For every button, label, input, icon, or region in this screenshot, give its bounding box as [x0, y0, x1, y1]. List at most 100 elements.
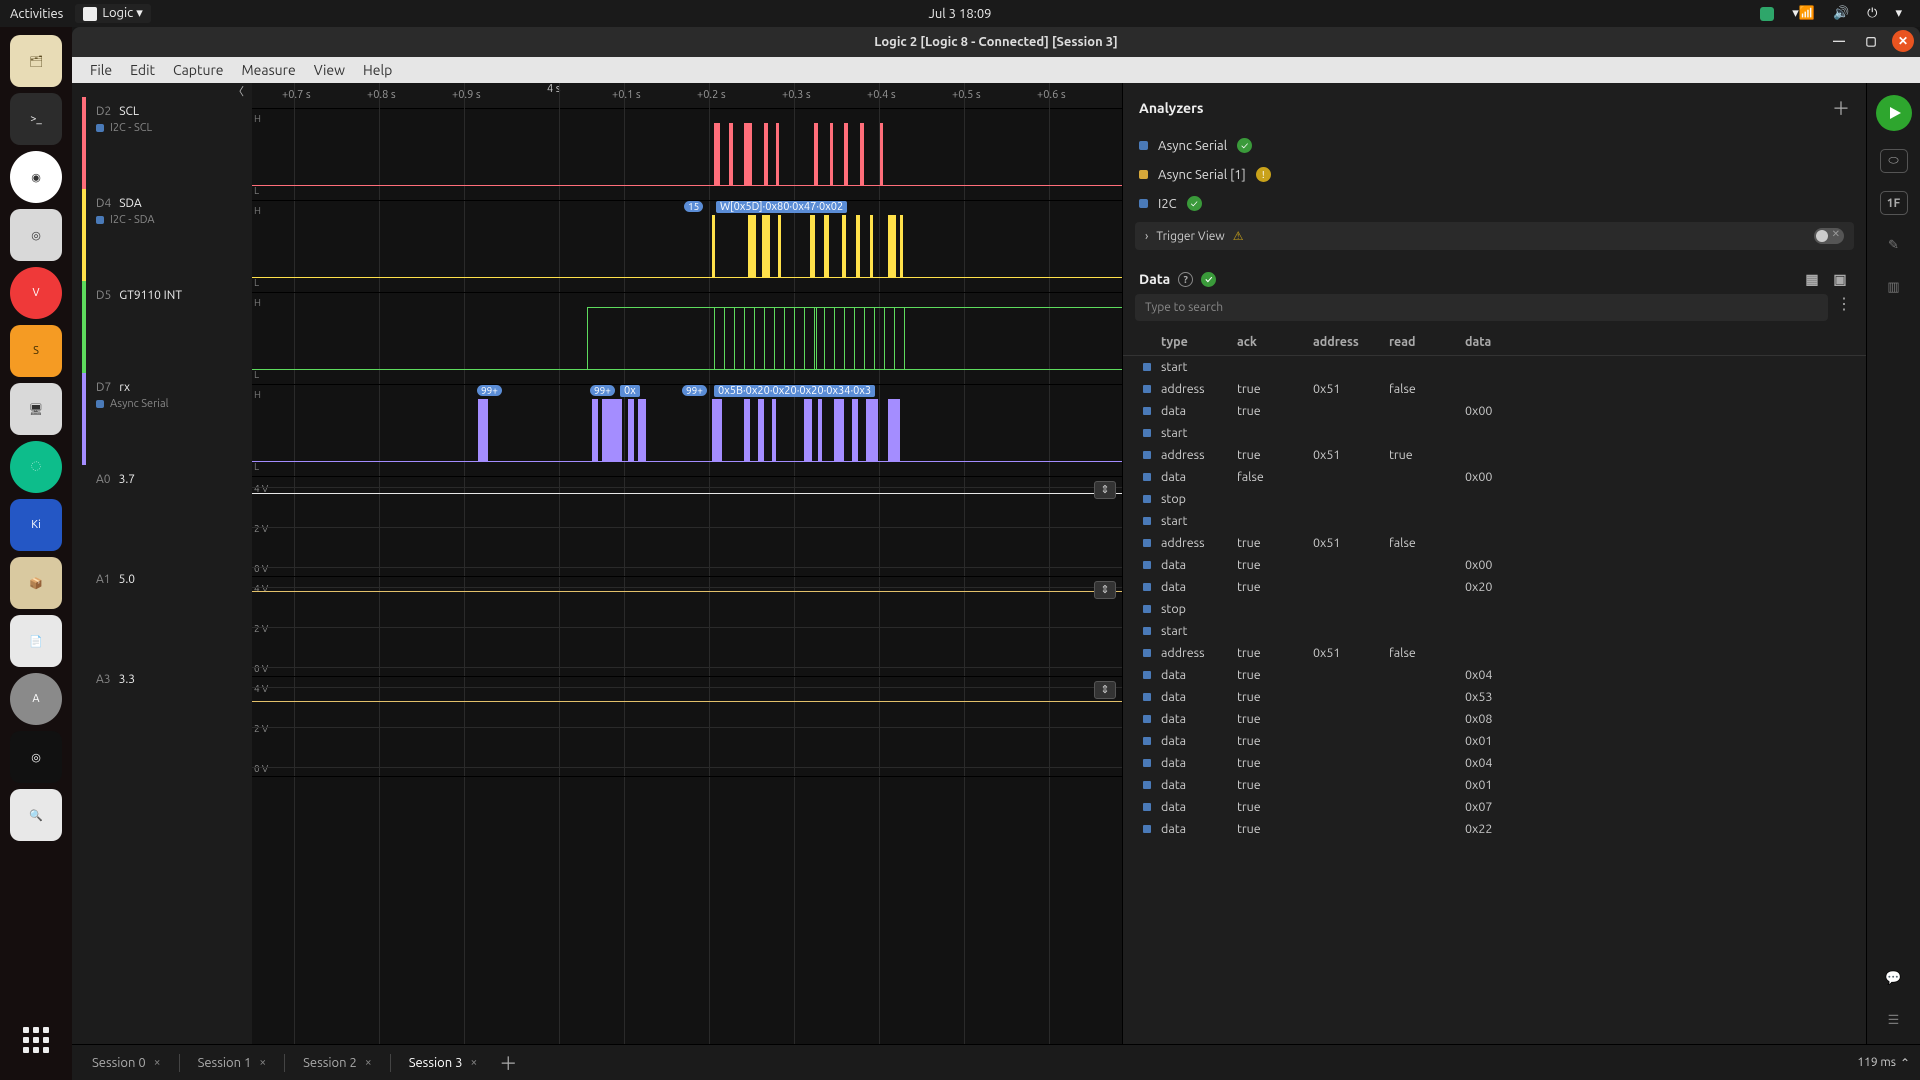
dock-app-chrome[interactable]: ◉	[10, 151, 62, 203]
window-minimize-button[interactable]: —	[1828, 30, 1850, 52]
data-row[interactable]: datatrue0x22	[1123, 818, 1866, 840]
add-session-button[interactable]: ＋	[491, 1050, 525, 1076]
time-ruler[interactable]: 4 s+0.7 s+0.8 s+0.9 s+0.1 s+0.2 s+0.3 s+…	[252, 83, 1122, 109]
data-row[interactable]: datatrue0x07	[1123, 796, 1866, 818]
session-tab[interactable]: Session 0×	[82, 1051, 171, 1075]
show-applications-button[interactable]	[10, 1014, 62, 1066]
dock-app-files[interactable]: 🗂	[10, 35, 62, 87]
data-row[interactable]: datatrue0x00	[1123, 554, 1866, 576]
data-more-menu[interactable]: ⋮	[1834, 294, 1854, 321]
dock-app-webcam[interactable]: ◎	[10, 209, 62, 261]
network-icon[interactable]: ▾📶	[1792, 6, 1815, 21]
data-row[interactable]: addresstrue0x51false	[1123, 532, 1866, 554]
start-capture-button[interactable]	[1876, 95, 1912, 131]
device-settings-button[interactable]: ⬭	[1880, 149, 1908, 173]
analog-range-button[interactable]: ⇕	[1094, 581, 1116, 599]
window-close-button[interactable]: ✕	[1892, 30, 1914, 52]
menu-view[interactable]: View	[306, 62, 353, 78]
menu-edit[interactable]: Edit	[122, 62, 163, 78]
dock-app-element[interactable]: ◌	[10, 441, 62, 493]
analog-range-button[interactable]: ⇕	[1094, 481, 1116, 499]
data-row[interactable]: addresstrue0x51true	[1123, 444, 1866, 466]
table-view-icon[interactable]: ▦	[1802, 270, 1822, 288]
waveform-lane-A1[interactable]: 4 V2 V0 V⇕	[252, 577, 1122, 677]
data-row[interactable]: datatrue0x04	[1123, 752, 1866, 774]
menu-capture[interactable]: Capture	[165, 62, 232, 78]
dock-app-archive[interactable]: 📦	[10, 557, 62, 609]
data-row[interactable]: datatrue0x08	[1123, 708, 1866, 730]
dock-app-vivaldi[interactable]: V	[10, 267, 62, 319]
app-indicator[interactable]: Logic ▾	[75, 4, 150, 23]
close-tab-icon[interactable]: ×	[470, 1056, 477, 1069]
analyzer-item[interactable]: Async Serial ✓	[1123, 131, 1866, 160]
data-row[interactable]: datafalse0x00	[1123, 466, 1866, 488]
data-row[interactable]: start	[1123, 620, 1866, 642]
data-row[interactable]: datatrue0x01	[1123, 774, 1866, 796]
volume-icon[interactable]: 🔊	[1833, 6, 1849, 21]
data-row[interactable]: datatrue0x00	[1123, 400, 1866, 422]
window-maximize-button[interactable]: ▢	[1860, 30, 1882, 52]
decode-label[interactable]: 0x	[620, 385, 640, 397]
data-row[interactable]: start	[1123, 422, 1866, 444]
trigger-view-toggle[interactable]	[1814, 228, 1844, 244]
waveform-lane-A3[interactable]: 4 V2 V0 V⇕	[252, 677, 1122, 777]
analog-range-button[interactable]: ⇕	[1094, 681, 1116, 699]
channel-label-D2[interactable]: D2SCLI2C - SCL	[82, 97, 252, 189]
data-row[interactable]: stop	[1123, 598, 1866, 620]
measure-tool-icon[interactable]: ✎	[1882, 233, 1906, 257]
data-row[interactable]: datatrue0x04	[1123, 664, 1866, 686]
waveform-area[interactable]: 4 s+0.7 s+0.8 s+0.9 s+0.1 s+0.2 s+0.3 s+…	[252, 83, 1122, 1044]
waveform-lane-D7[interactable]: HL99+0x5B·0x20·0x20·0x20·0x34·0x399+99+0…	[252, 385, 1122, 477]
trigger-view-row[interactable]: › Trigger View ⚠	[1135, 222, 1854, 250]
channel-label-D5[interactable]: D5GT9110 INT	[82, 281, 252, 373]
analyzer-item[interactable]: Async Serial [1] !	[1123, 160, 1866, 189]
help-icon[interactable]: ?	[1178, 272, 1193, 287]
data-row[interactable]: start	[1123, 510, 1866, 532]
data-row[interactable]: addresstrue0x51false	[1123, 378, 1866, 400]
data-row[interactable]: datatrue0x01	[1123, 730, 1866, 752]
session-tab[interactable]: Session 1×	[188, 1051, 277, 1075]
close-tab-icon[interactable]: ×	[154, 1056, 161, 1069]
terminal-view-icon[interactable]: ▣	[1830, 270, 1850, 288]
dock-app-terminal[interactable]: >_	[10, 93, 62, 145]
waveform-lane-D2[interactable]: HL	[252, 109, 1122, 201]
dock-app-vm[interactable]: 🖥	[10, 383, 62, 435]
clock[interactable]: Jul 3 18:09	[928, 7, 991, 21]
data-table[interactable]: typeackaddressreaddata startaddresstrue0…	[1123, 329, 1866, 1044]
dock-app-evince[interactable]: 📄	[10, 615, 62, 667]
analyzer-item[interactable]: I2C ✓	[1123, 189, 1866, 218]
channel-label-A0[interactable]: A03.7	[82, 465, 252, 565]
close-tab-icon[interactable]: ×	[259, 1056, 266, 1069]
data-row[interactable]: stop	[1123, 488, 1866, 510]
session-tab[interactable]: Session 3×	[399, 1051, 488, 1075]
data-row[interactable]: addresstrue0x51false	[1123, 642, 1866, 664]
data-search-input[interactable]	[1135, 294, 1828, 321]
settings-menu-icon[interactable]: ☰	[1882, 1008, 1906, 1032]
session-tab[interactable]: Session 2×	[293, 1051, 382, 1075]
status-app-icon[interactable]	[1760, 7, 1774, 21]
data-row[interactable]: datatrue0x53	[1123, 686, 1866, 708]
data-row[interactable]: start	[1123, 356, 1866, 378]
close-tab-icon[interactable]: ×	[365, 1056, 372, 1069]
power-icon[interactable]: ⏻	[1867, 6, 1877, 21]
activities-button[interactable]: Activities	[10, 7, 63, 21]
dock-app-sublimetext[interactable]: S	[10, 325, 62, 377]
waveform-lane-D4[interactable]: HL15W[0x5D]·0x80·0x47·0x02	[252, 201, 1122, 293]
if-indicator-button[interactable]: 1F	[1880, 191, 1908, 215]
collapse-channels-button[interactable]: 〈	[82, 83, 252, 97]
channel-label-D7[interactable]: D7rxAsync Serial	[82, 373, 252, 465]
channel-label-A1[interactable]: A15.0	[82, 565, 252, 665]
chevron-up-icon[interactable]: ⌃	[1900, 1056, 1910, 1070]
dock-app-updater[interactable]: A	[10, 673, 62, 725]
menu-help[interactable]: Help	[355, 62, 400, 78]
menu-file[interactable]: File	[82, 62, 120, 78]
extensions-icon[interactable]: ▥	[1882, 275, 1906, 299]
channel-label-A3[interactable]: A33.3	[82, 665, 252, 765]
data-row[interactable]: datatrue0x20	[1123, 576, 1866, 598]
waveform-lane-A0[interactable]: 4 V2 V0 V⇕	[252, 477, 1122, 577]
system-menu-chevron-icon[interactable]: ▾	[1895, 6, 1902, 21]
dock-app-kicad[interactable]: Ki	[10, 499, 62, 551]
dock-app-saleae[interactable]: ◎	[10, 731, 62, 783]
decode-label[interactable]: 0x5B·0x20·0x20·0x20·0x34·0x3	[714, 385, 875, 397]
waveform-lane-D5[interactable]: HL	[252, 293, 1122, 385]
